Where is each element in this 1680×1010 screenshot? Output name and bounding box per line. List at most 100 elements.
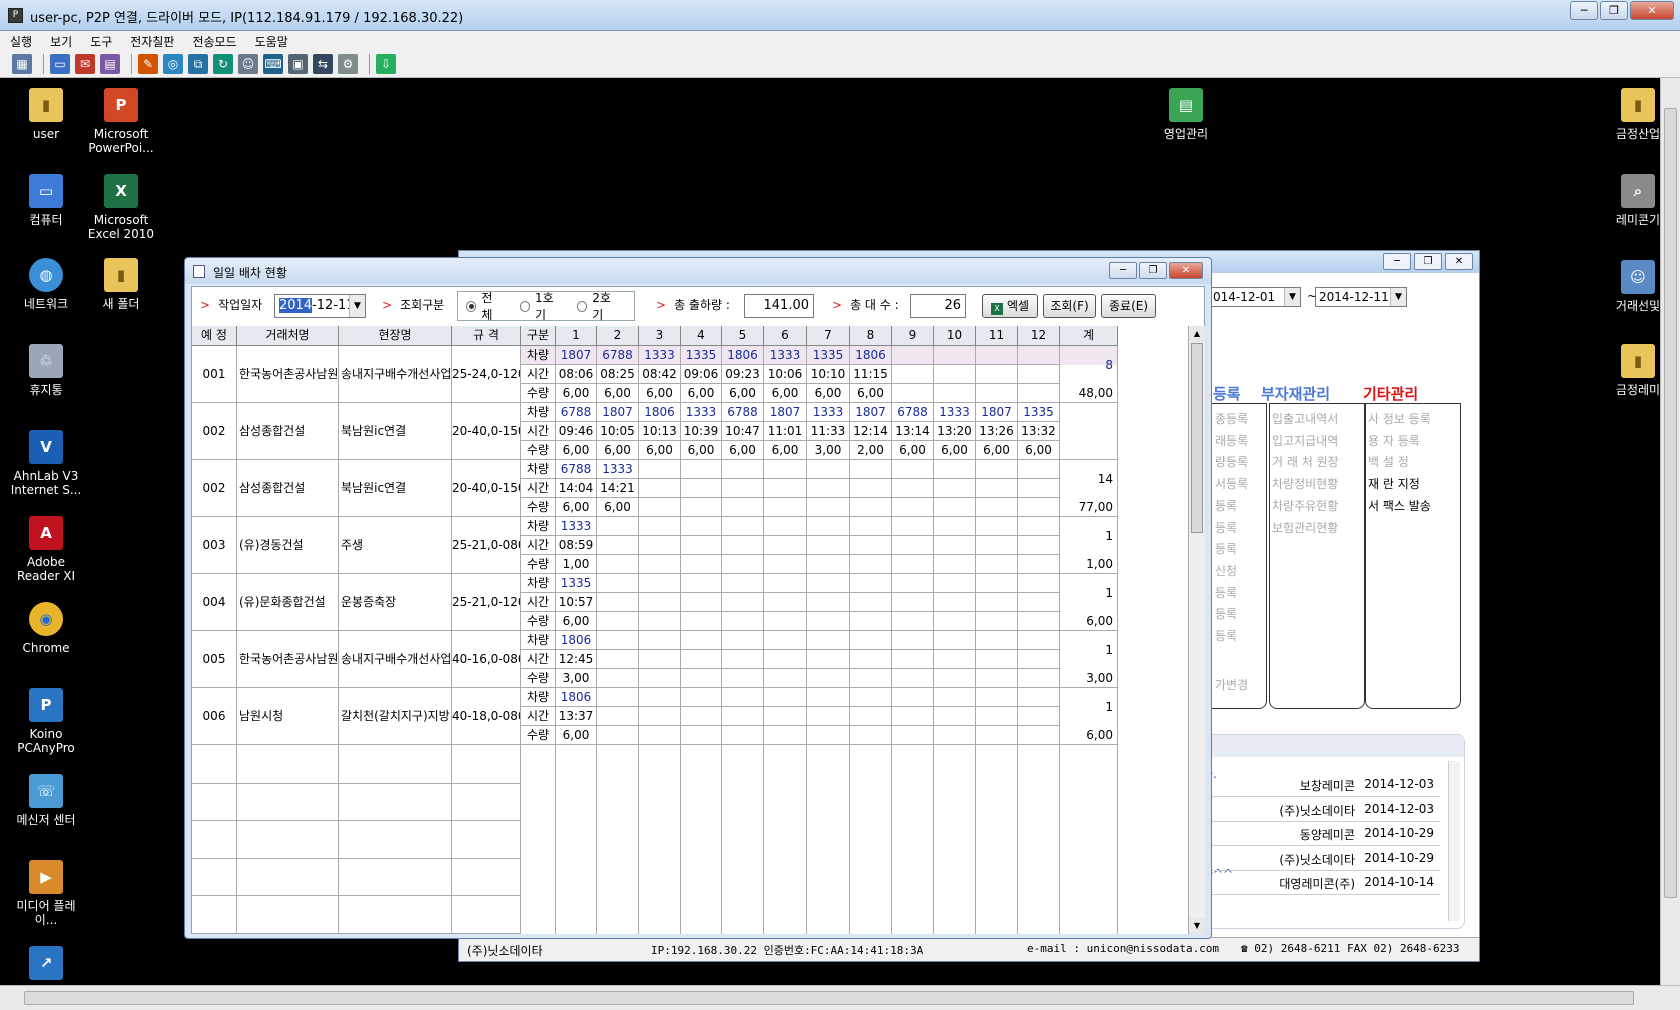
total-count-field[interactable]: 26 <box>910 294 966 318</box>
cat1-item-3[interactable]: 서등록 <box>1215 475 1248 492</box>
menu-item-4[interactable]: 전송모드 <box>184 33 244 50</box>
cat3-item-2[interactable]: 백 설 정 <box>1368 453 1409 470</box>
grid-header-12: 8 <box>850 326 892 346</box>
remote-icon[interactable]: ▦ <box>12 54 32 74</box>
work-date-select[interactable]: 2014-12-11 ▼ <box>274 294 366 318</box>
cat2-item-0[interactable]: 입출고내역서 <box>1272 410 1338 427</box>
grid-scrollbar[interactable]: ▲ ▼ <box>1188 326 1205 934</box>
cat3-item-0[interactable]: 사 정보 등록 <box>1368 410 1431 427</box>
notice-row[interactable]: (주)닛소데이타 2014-12-03 <box>1200 798 1440 822</box>
cat1-item-10[interactable]: 등록 <box>1215 627 1237 644</box>
cat3-item-4[interactable]: 서 팩스 발송 <box>1368 497 1431 514</box>
close-button[interactable]: ✕ <box>1630 1 1674 20</box>
cat1-item-6[interactable]: 등록 <box>1215 540 1237 557</box>
category-material-head[interactable]: 부자재관리 <box>1261 383 1330 404</box>
cat2-item-3[interactable]: 차량정비현황 <box>1272 475 1338 492</box>
monitor-icon[interactable]: ▭ <box>50 54 70 74</box>
date-to-select[interactable]: 2014-12-11 ▼ <box>1315 287 1407 307</box>
notice-scrollbar[interactable] <box>1448 761 1460 921</box>
scroll-down-button[interactable]: ▼ <box>1189 918 1205 934</box>
cat3-item-3[interactable]: 재 란 지정 <box>1368 475 1420 492</box>
desktop-icon-computer[interactable]: ▭ 컴퓨터 <box>8 174 84 227</box>
chat-icon[interactable]: ✉ <box>75 54 95 74</box>
desktop-icon-new-folder[interactable]: ▮ 새 폴더 <box>83 258 159 311</box>
remote-horizontal-scrollbar[interactable] <box>0 985 1680 1010</box>
bg-minimize-button[interactable]: ─ <box>1383 253 1411 270</box>
cat1-item-2[interactable]: 량등록 <box>1215 453 1248 470</box>
capture-icon[interactable]: ◎ <box>163 54 183 74</box>
desktop-icon-koino[interactable]: P Koino PCAnyPro <box>8 688 84 755</box>
data-cell <box>1018 346 1060 365</box>
cat1-item-7[interactable]: 신청 <box>1215 562 1237 579</box>
cat1-item-0[interactable]: 종등록 <box>1215 410 1248 427</box>
desktop-icon-chrome[interactable]: ◉ Chrome <box>8 602 84 655</box>
desktop-icon-recycle-bin[interactable]: ♲ 휴지통 <box>8 344 84 397</box>
cat1-item-1[interactable]: 래등록 <box>1215 432 1248 449</box>
keyboard-icon[interactable]: ⌨ <box>263 54 283 74</box>
cat2-item-5[interactable]: 보험관리현황 <box>1272 519 1338 536</box>
cat2-item-4[interactable]: 차량주유현황 <box>1272 497 1338 514</box>
remote-window-titlebar[interactable]: P user-pc, P2P 연결, 드라이버 모드, IP(112.184.9… <box>0 0 1680 31</box>
radio-all[interactable]: 전 체 <box>466 289 506 323</box>
cat3-item-1[interactable]: 용 자 등록 <box>1368 432 1420 449</box>
network-icon[interactable]: ⇆ <box>313 54 333 74</box>
dialog-close-button[interactable]: ✕ <box>1169 262 1203 279</box>
menu-item-5[interactable]: 도움말 <box>247 33 296 50</box>
count-cell: 14 <box>1060 460 1118 498</box>
desktop-icon-network[interactable]: ◍ 네트워크 <box>8 258 84 311</box>
screen-icon[interactable]: ▣ <box>288 54 308 74</box>
cat1-item-5[interactable]: 등록 <box>1215 519 1237 536</box>
exit-button[interactable]: 종료(E) <box>1101 294 1156 318</box>
radio-unit-1[interactable]: 1호기 <box>519 289 563 323</box>
excel-button[interactable]: X 엑셀 <box>982 294 1038 318</box>
desktop-icon-excel[interactable]: X Microsoft Excel 2010 <box>83 174 159 241</box>
file-icon[interactable]: ▤ <box>100 54 120 74</box>
bg-close-button[interactable]: ✕ <box>1445 253 1473 270</box>
remote-vertical-scrollbar[interactable] <box>1660 78 1680 985</box>
menu-item-1[interactable]: 보기 <box>42 33 80 50</box>
user-icon[interactable]: ☺ <box>238 54 258 74</box>
desktop-icon-ahnlab[interactable]: V AhnLab V3 Internet S... <box>8 430 84 497</box>
notice-row[interactable]: 보창레미콘 2014-12-03 <box>1200 773 1440 797</box>
date-from-select[interactable]: 014-12-01 ▼ <box>1209 287 1301 307</box>
draw-icon[interactable]: ✎ <box>138 54 158 74</box>
query-button[interactable]: 조회(F) <box>1043 294 1096 318</box>
remote-hscroll-thumb[interactable] <box>24 991 1634 1005</box>
minimize-button[interactable]: ─ <box>1570 1 1598 20</box>
dialog-maximize-button[interactable]: ❐ <box>1139 262 1167 279</box>
desktop-icon-powerpoint[interactable]: P Microsoft PowerPoi... <box>83 88 159 155</box>
remote-vscroll-thumb[interactable] <box>1664 108 1677 898</box>
radio-unit-2[interactable]: 2호기 <box>576 289 620 323</box>
category-registration-head[interactable]: 등록 <box>1213 383 1241 404</box>
desktop-icon-user[interactable]: ▮ user <box>8 88 84 141</box>
cat1-item-11[interactable]: 가변경 <box>1215 676 1248 693</box>
desktop-icon-media-player[interactable]: ▶ 미디어 플레이... <box>8 860 84 927</box>
transfer-icon[interactable]: ⇩ <box>376 54 396 74</box>
menu-item-2[interactable]: 도구 <box>82 33 120 50</box>
menu-item-0[interactable]: 실행 <box>2 33 40 50</box>
desktop-icon-messenger[interactable]: ☏ 메신저 센터 <box>8 774 84 827</box>
notice-row[interactable]: 동양레미콘 2014-10-29 <box>1200 822 1440 846</box>
maximize-button[interactable]: ❐ <box>1600 1 1628 20</box>
refresh-icon[interactable]: ↻ <box>213 54 233 74</box>
bg-maximize-button[interactable]: ❐ <box>1414 253 1442 270</box>
desktop-icon-adobe-reader[interactable]: A Adobe Reader XI <box>8 516 84 583</box>
cat2-item-1[interactable]: 입고지급내역 <box>1272 432 1338 449</box>
desktop-icon-partial[interactable]: ↗ <box>8 946 84 985</box>
cat1-item-4[interactable]: 등록 <box>1215 497 1237 514</box>
grid-scroll-thumb[interactable] <box>1191 343 1203 533</box>
dialog-titlebar[interactable]: 일일 배차 현황 ─ ❐ ✕ <box>185 258 1211 284</box>
settings-icon[interactable]: ⚙ <box>338 54 358 74</box>
notice-row[interactable]: (주)닛소데이타 2014-10-29 <box>1200 847 1440 871</box>
notice-row[interactable]: 대영레미콘(주) 2014-10-14 <box>1200 871 1440 895</box>
category-etc-head[interactable]: 기타관리 <box>1363 383 1418 404</box>
cat1-item-9[interactable]: 등록 <box>1215 605 1237 622</box>
total-output-field[interactable]: 141.00 <box>744 294 814 318</box>
scroll-up-button[interactable]: ▲ <box>1189 326 1205 342</box>
dialog-minimize-button[interactable]: ─ <box>1109 262 1137 279</box>
cat1-item-8[interactable]: 등록 <box>1215 584 1237 601</box>
desktop-icon-sales[interactable]: ▤ 영업관리 <box>1148 88 1224 141</box>
menu-item-3[interactable]: 전자칠판 <box>122 33 182 50</box>
cat2-item-2[interactable]: 거 래 처 원장 <box>1272 453 1339 470</box>
copy-icon[interactable]: ⧉ <box>188 54 208 74</box>
